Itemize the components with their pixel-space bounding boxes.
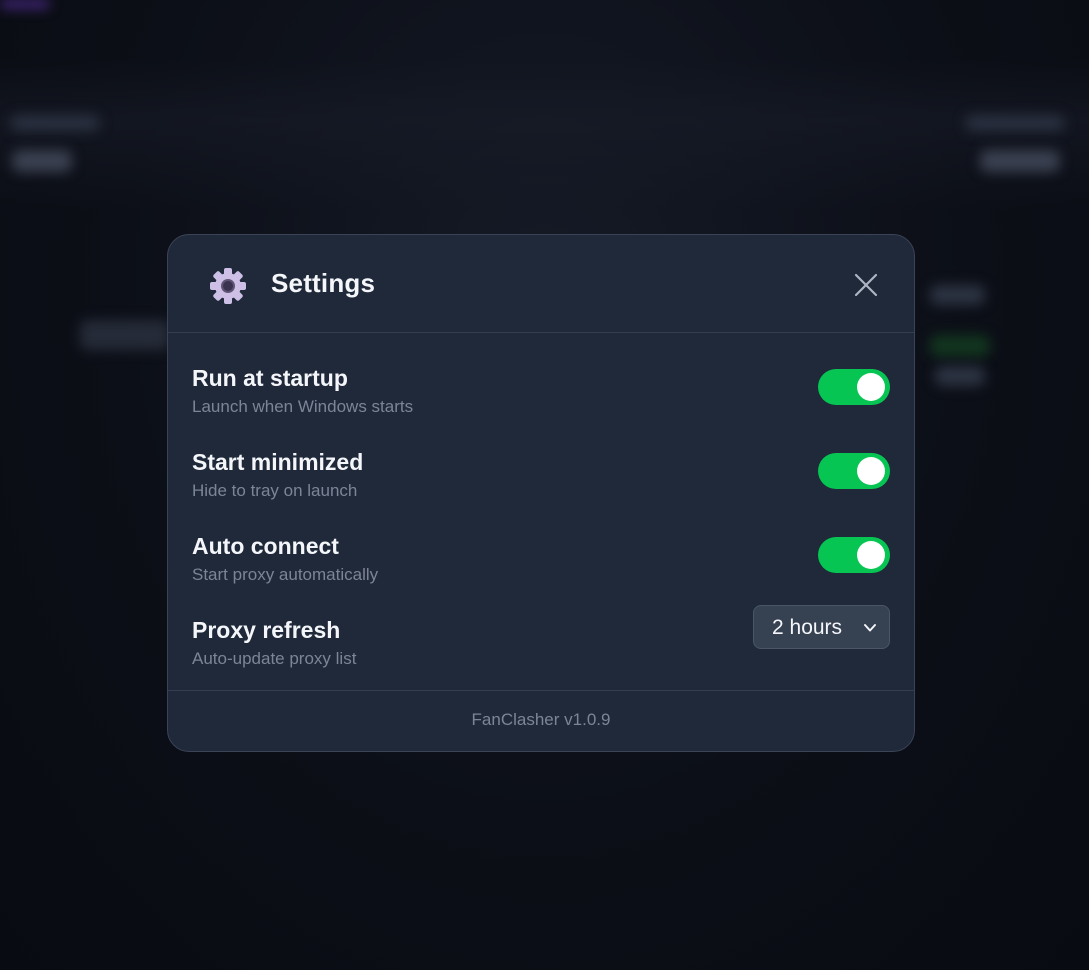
close-icon[interactable] bbox=[852, 271, 880, 299]
dialog-footer: FanClasher v1.0.9 bbox=[168, 690, 914, 751]
setting-description: Start proxy automatically bbox=[192, 565, 379, 584]
proxy-refresh-value: 2 hours bbox=[772, 616, 843, 639]
setting-description: Launch when Windows starts bbox=[192, 397, 414, 416]
setting-label: Auto connect bbox=[192, 533, 339, 559]
setting-label: Proxy refresh bbox=[192, 617, 341, 643]
toggle-knob bbox=[857, 373, 885, 401]
background-blur bbox=[0, 0, 50, 8]
setting-auto-connect: Auto connect Start proxy automatically bbox=[192, 533, 890, 593]
settings-dialog: Settings Run at startup Launch when Wind… bbox=[167, 234, 915, 752]
run-at-startup-toggle[interactable] bbox=[818, 369, 890, 405]
background-blur bbox=[12, 150, 72, 172]
gear-icon bbox=[210, 268, 246, 304]
chevron-down-icon bbox=[864, 624, 876, 632]
dialog-title: Settings bbox=[271, 268, 376, 298]
settings-list: Run at startup Launch when Windows start… bbox=[168, 333, 914, 693]
setting-description: Auto-update proxy list bbox=[192, 649, 357, 668]
proxy-refresh-select[interactable]: 2 hours bbox=[753, 605, 890, 649]
background-blur bbox=[980, 150, 1060, 172]
setting-label: Start minimized bbox=[192, 449, 364, 475]
setting-start-minimized: Start minimized Hide to tray on launch bbox=[192, 449, 890, 509]
setting-run-at-startup: Run at startup Launch when Windows start… bbox=[192, 365, 890, 425]
background-blur bbox=[965, 115, 1065, 131]
background-blur bbox=[935, 366, 985, 386]
background-blur bbox=[80, 320, 170, 350]
start-minimized-toggle[interactable] bbox=[818, 453, 890, 489]
setting-label: Run at startup bbox=[192, 365, 348, 391]
background-header-band bbox=[0, 60, 1089, 210]
background-blur bbox=[10, 115, 100, 131]
toggle-knob bbox=[857, 541, 885, 569]
dialog-header: Settings bbox=[168, 235, 914, 333]
version-label: FanClasher v1.0.9 bbox=[471, 710, 611, 729]
setting-description: Hide to tray on launch bbox=[192, 481, 358, 500]
setting-proxy-refresh: Proxy refresh Auto-update proxy list 2 h… bbox=[192, 605, 890, 677]
auto-connect-toggle[interactable] bbox=[818, 537, 890, 573]
background-blur bbox=[930, 335, 990, 357]
toggle-knob bbox=[857, 457, 885, 485]
background-blur bbox=[930, 285, 985, 305]
